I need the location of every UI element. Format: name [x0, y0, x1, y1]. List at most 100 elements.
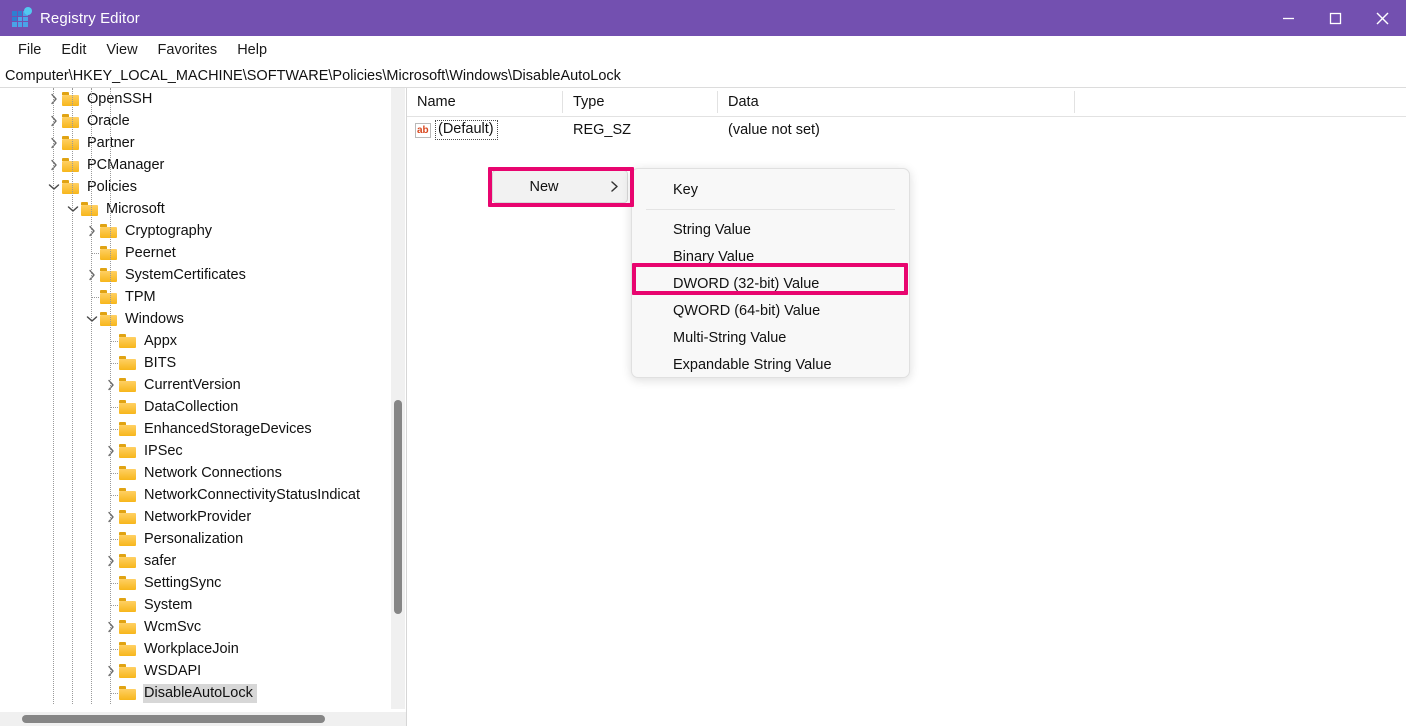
- folder-icon: [62, 92, 79, 106]
- tree-item-personalization[interactable]: Personalization: [0, 528, 406, 550]
- value-type-cell: REG_SZ: [573, 122, 632, 138]
- menu-file[interactable]: File: [8, 39, 51, 61]
- tree-item-label: Network Connections: [144, 464, 282, 481]
- submenu-item-expandable-string-value[interactable]: Expandable String Value: [632, 351, 909, 377]
- tree-item-wsdapi[interactable]: WSDAPI: [0, 660, 406, 682]
- tree-item-label: NetworkConnectivityStatusIndicat: [144, 486, 360, 503]
- tree-item-networkconnectivitystatusindicat[interactable]: NetworkConnectivityStatusIndicat: [0, 484, 406, 506]
- string-value-icon: ab: [415, 122, 431, 138]
- folder-icon: [62, 180, 79, 194]
- tree-guide-stub: [91, 297, 99, 299]
- tree-item-systemcertificates[interactable]: SystemCertificates: [0, 264, 406, 286]
- menu-help[interactable]: Help: [227, 39, 277, 61]
- tree-item-label: Partner: [87, 134, 135, 151]
- minimize-icon[interactable]: [1265, 0, 1312, 36]
- folder-icon: [62, 136, 79, 150]
- tree-item-microsoft[interactable]: Microsoft: [0, 198, 406, 220]
- tree-item-bits[interactable]: BITS: [0, 352, 406, 374]
- submenu-item-qword-64-bit-value[interactable]: QWORD (64-bit) Value: [632, 297, 909, 324]
- column-header-type[interactable]: Type: [563, 88, 718, 116]
- tree-item-network-connections[interactable]: Network Connections: [0, 462, 406, 484]
- tree-item-networkprovider[interactable]: NetworkProvider: [0, 506, 406, 528]
- tree-guide-stub: [110, 605, 118, 607]
- tree-item-partner[interactable]: Partner: [0, 132, 406, 154]
- tree-item-peernet[interactable]: Peernet: [0, 242, 406, 264]
- value-name-cell[interactable]: ab (Default): [407, 117, 563, 143]
- submenu-item-multi-string-value[interactable]: Multi-String Value: [632, 324, 909, 351]
- tree-item-oracle[interactable]: Oracle: [0, 110, 406, 132]
- folder-icon: [100, 290, 117, 304]
- tree-item-label: PCManager: [87, 156, 165, 173]
- tree-item-openssh[interactable]: OpenSSH: [0, 88, 406, 110]
- value-list-header: Name Type Data: [407, 88, 1406, 117]
- tree-guide-line: [91, 88, 93, 704]
- value-data-cell: (value not set): [728, 122, 820, 138]
- tree-guide-stub: [110, 583, 118, 585]
- tree-guide-line: [110, 88, 112, 704]
- column-header-name[interactable]: Name: [407, 88, 563, 116]
- tree-item-windows[interactable]: Windows: [0, 308, 406, 330]
- folder-icon: [119, 488, 136, 502]
- folder-icon: [119, 598, 136, 612]
- tree-item-label: SystemCertificates: [125, 266, 246, 283]
- tree-item-label: Peernet: [125, 244, 176, 261]
- table-row[interactable]: ab (Default) REG_SZ (value not set): [407, 117, 1406, 143]
- tree-item-policies[interactable]: Policies: [0, 176, 406, 198]
- tree-horizontal-scrollbar-thumb[interactable]: [22, 715, 325, 723]
- tree-item-enhancedstoragedevices[interactable]: EnhancedStorageDevices: [0, 418, 406, 440]
- tree-guide-stub: [110, 341, 118, 343]
- registry-tree-pane: OpenSSH Oracle Partner PCManager Policies Mic…: [0, 88, 406, 709]
- window-title: Registry Editor: [40, 9, 140, 27]
- tree-item-datacollection[interactable]: DataCollection: [0, 396, 406, 418]
- tree-item-ipsec[interactable]: IPSec: [0, 440, 406, 462]
- tree-item-label: System: [144, 596, 193, 613]
- chevron-right-icon: [601, 180, 627, 193]
- tree-item-tpm[interactable]: TPM: [0, 286, 406, 308]
- tree-item-wcmsvc[interactable]: WcmSvc: [0, 616, 406, 638]
- folder-icon: [100, 246, 117, 260]
- tree-item-currentversion[interactable]: CurrentVersion: [0, 374, 406, 396]
- tree-item-label: Windows: [125, 310, 184, 327]
- tree-guide-stub: [110, 429, 118, 431]
- submenu-item-string-value[interactable]: String Value: [632, 216, 909, 243]
- tree-guide-stub: [110, 473, 118, 475]
- folder-icon: [119, 664, 136, 678]
- context-menu-new-item[interactable]: New: [492, 170, 628, 203]
- close-icon[interactable]: [1359, 0, 1406, 36]
- tree-item-label: DataCollection: [144, 398, 239, 415]
- submenu-item-binary-value[interactable]: Binary Value: [632, 243, 909, 270]
- maximize-icon[interactable]: [1312, 0, 1359, 36]
- submenu-item-key[interactable]: Key: [632, 176, 909, 203]
- folder-icon: [119, 422, 136, 436]
- tree-item-label: WorkplaceJoin: [144, 640, 239, 657]
- folder-icon: [119, 466, 136, 480]
- folder-icon: [119, 378, 136, 392]
- tree-item-safer[interactable]: safer: [0, 550, 406, 572]
- tree-item-label: CurrentVersion: [144, 376, 241, 393]
- column-header-data[interactable]: Data: [718, 88, 1075, 116]
- tree-guide-stub: [110, 649, 118, 651]
- tree-item-label: BITS: [144, 354, 177, 371]
- tree-item-workplacejoin[interactable]: WorkplaceJoin: [0, 638, 406, 660]
- tree-item-cryptography[interactable]: Cryptography: [0, 220, 406, 242]
- tree-item-settingsync[interactable]: SettingSync: [0, 572, 406, 594]
- submenu-item-dword-32-bit-value[interactable]: DWORD (32-bit) Value: [632, 270, 909, 297]
- address-bar[interactable]: Computer\HKEY_LOCAL_MACHINE\SOFTWARE\Pol…: [0, 64, 1406, 87]
- menu-view[interactable]: View: [96, 39, 147, 61]
- tree-item-label: SettingSync: [144, 574, 222, 591]
- registry-path: Computer\HKEY_LOCAL_MACHINE\SOFTWARE\Pol…: [5, 67, 621, 84]
- tree-item-appx[interactable]: Appx: [0, 330, 406, 352]
- tree-item-system[interactable]: System: [0, 594, 406, 616]
- menu-favorites[interactable]: Favorites: [148, 39, 228, 61]
- tree-item-disableautolock[interactable]: DisableAutoLock: [0, 682, 406, 704]
- menu-edit[interactable]: Edit: [51, 39, 96, 61]
- tree-item-label: WSDAPI: [144, 662, 202, 679]
- tree-item-label: Appx: [144, 332, 178, 349]
- tree-item-label: OpenSSH: [87, 90, 153, 107]
- tree-item-pcmanager[interactable]: PCManager: [0, 154, 406, 176]
- folder-icon: [119, 400, 136, 414]
- folder-icon: [119, 576, 136, 590]
- tree-vertical-scrollbar-thumb[interactable]: [394, 400, 402, 614]
- menu-bar: File Edit View Favorites Help: [0, 36, 1406, 64]
- tree-vertical-scrollbar-track[interactable]: [391, 88, 405, 709]
